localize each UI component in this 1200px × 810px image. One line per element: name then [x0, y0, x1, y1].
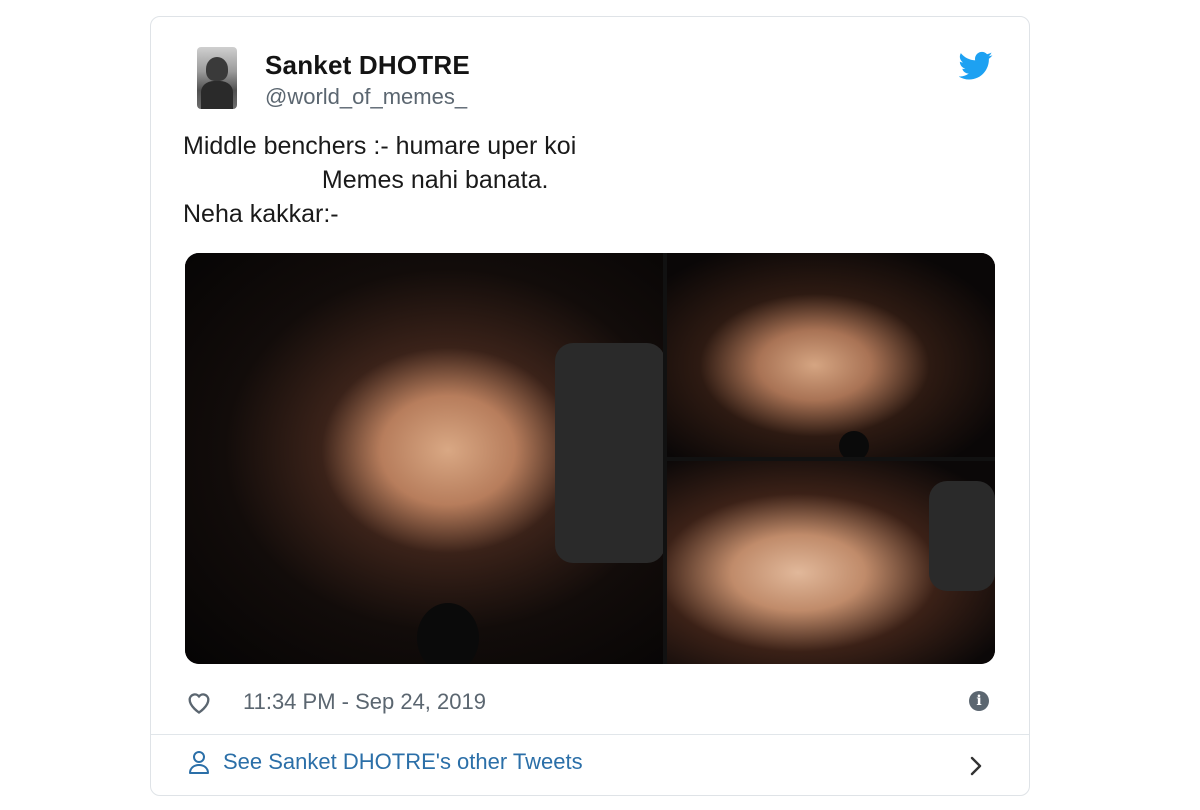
chevron-right-icon[interactable] — [967, 755, 985, 777]
tweet-timestamp[interactable]: 11:34 PM - Sep 24, 2019 — [243, 689, 486, 715]
avatar[interactable] — [197, 47, 237, 109]
author-name[interactable]: Sanket DHOTRE — [265, 50, 470, 81]
media-photo-bottom-right[interactable] — [667, 461, 995, 664]
tweet-text-line: Middle benchers :- humare uper koi — [183, 132, 577, 160]
author-handle[interactable]: @world_of_memes_ — [265, 84, 467, 110]
tweet-card: Sanket DHOTRE @world_of_memes_ Middle be… — [150, 16, 1030, 796]
photo-microphone — [417, 603, 479, 664]
photo-chair — [555, 343, 663, 563]
see-other-tweets-label[interactable]: See Sanket DHOTRE's other Tweets — [223, 749, 583, 775]
tweet-text: Middle benchers :- humare uper koi Memes… — [183, 129, 576, 231]
avatar-head — [206, 57, 228, 81]
media-photo-top-right[interactable] — [667, 253, 995, 457]
divider — [151, 734, 1029, 735]
tweet-media[interactable] — [185, 253, 995, 664]
tweet-text-line: Memes nahi banata. — [183, 166, 549, 194]
avatar-body — [201, 81, 233, 109]
twitter-bird-icon[interactable] — [959, 51, 993, 81]
see-other-tweets-link[interactable]: See Sanket DHOTRE's other Tweets — [187, 749, 583, 775]
info-icon[interactable]: i — [969, 691, 989, 711]
heart-icon[interactable] — [185, 689, 213, 715]
tweet-meta: 11:34 PM - Sep 24, 2019 — [185, 687, 486, 717]
person-icon — [189, 751, 209, 774]
photo-chair — [929, 481, 995, 591]
tweet-text-line: Neha kakkar:- — [183, 200, 339, 228]
media-photo-main[interactable] — [185, 253, 663, 664]
photo-microphone — [839, 431, 869, 457]
